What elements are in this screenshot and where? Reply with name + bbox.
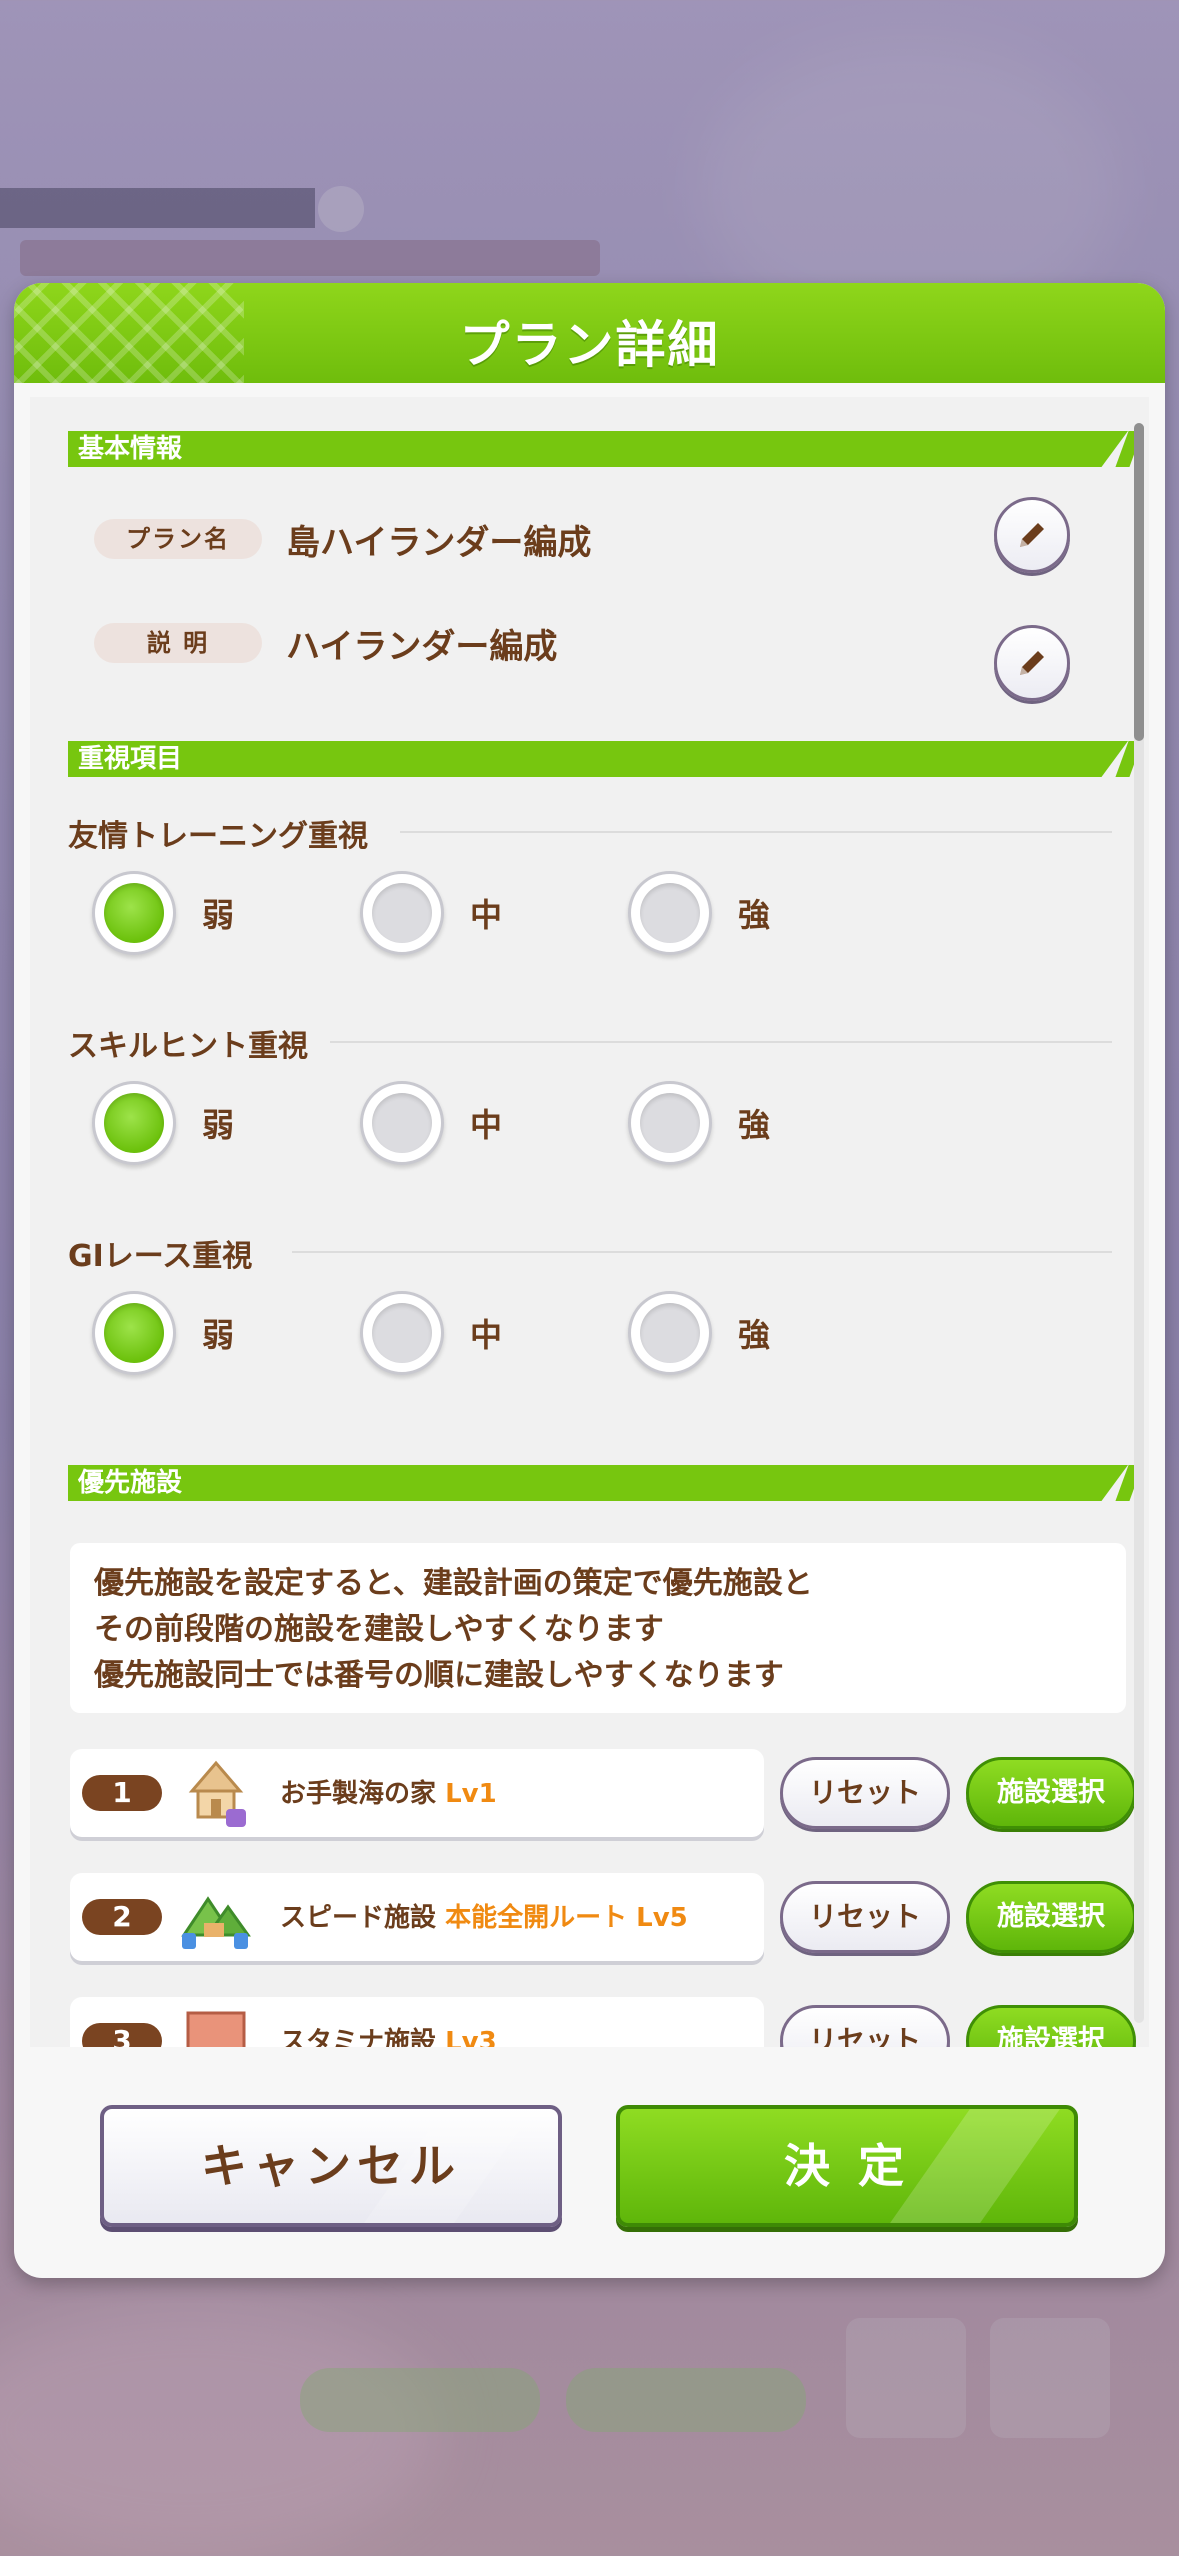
speed-facility-icon (181, 1896, 251, 1949)
facility-name: スタミナ施設 (280, 2027, 437, 2047)
friendship-strong-option[interactable]: 強 (628, 871, 770, 955)
plan-detail-scroll-area[interactable]: 基本情報 プラン名 島ハイランダー編成 説 明 ハイランダー編成 重視項目 友情… (30, 397, 1149, 2047)
facility-number: 1 (82, 1775, 162, 1811)
facility-row-2: 2 スピード施設 本能全開ルート Lv5 (70, 1873, 764, 1961)
facility-1-reset-button[interactable]: リセット (780, 1757, 950, 1829)
radio-button[interactable] (92, 871, 176, 955)
skill-hint-weak-option[interactable]: 弱 (92, 1081, 234, 1165)
friendship-training-heading: 友情トレーニング重視 (68, 819, 368, 854)
section-label-priority-facilities: 優先施設 (78, 1468, 183, 1498)
facility-2-reset-button[interactable]: リセット (780, 1881, 950, 1953)
cancel-button[interactable]: キャンセル (100, 2105, 562, 2227)
radio-button[interactable] (628, 1081, 712, 1165)
facility-3-reset-button[interactable]: リセット (780, 2005, 950, 2047)
dialog-header: プラン詳細 (14, 283, 1165, 383)
info-line: その前段階の施設を建設しやすくなります (94, 1612, 664, 1647)
scrollbar-thumb[interactable] (1134, 423, 1144, 741)
facility-name: お手製海の家 (280, 1779, 437, 1809)
facility-number: 3 (82, 2023, 162, 2047)
divider (330, 1041, 1112, 1043)
edit-description-button[interactable] (994, 625, 1070, 701)
confirm-button[interactable]: 決 定 (616, 2105, 1078, 2227)
section-bar-basic-info (68, 431, 1128, 467)
radio-button[interactable] (92, 1291, 176, 1375)
description-label: 説 明 (94, 623, 262, 663)
g1-race-weak-option[interactable]: 弱 (92, 1291, 234, 1375)
plan-name-value: 島ハイランダー編成 (286, 523, 592, 563)
facility-detail: 本能全開ルート Lv5 (445, 1903, 688, 1933)
facility-detail: Lv1 (445, 1779, 497, 1809)
facility-2-select-button[interactable]: 施設選択 (966, 1881, 1136, 1953)
pencil-icon (1020, 651, 1044, 675)
radio-button[interactable] (360, 871, 444, 955)
g1-race-strong-option[interactable]: 強 (628, 1291, 770, 1375)
facility-row-3: 3 スタミナ施設 Lv3 (70, 1997, 764, 2047)
section-bar-priority-facilities (68, 1465, 1128, 1501)
description-value: ハイランダー編成 (286, 627, 558, 667)
plan-detail-dialog: プラン詳細 基本情報 プラン名 島ハイランダー編成 説 明 ハイランダー編成 重… (14, 283, 1165, 2278)
pencil-icon (1020, 523, 1044, 547)
facility-text: スピード施設 本能全開ルート Lv5 (280, 1897, 688, 1934)
edit-plan-name-button[interactable] (994, 497, 1070, 573)
facility-number: 2 (82, 1899, 162, 1935)
radio-button[interactable] (360, 1081, 444, 1165)
facility-text: スタミナ施設 Lv3 (280, 2021, 497, 2047)
facility-3-select-button[interactable]: 施設選択 (966, 2005, 1136, 2047)
radio-button[interactable] (628, 871, 712, 955)
g1-race-medium-option[interactable]: 中 (360, 1291, 502, 1375)
info-line: 優先施設同士では番号の順に建設しやすくなります (94, 1658, 784, 1693)
divider (292, 1251, 1112, 1253)
plan-name-label: プラン名 (94, 519, 262, 559)
priority-facility-info-box: 優先施設を設定すると、建設計画の策定で優先施設と その前段階の施設を建設しやすく… (70, 1543, 1126, 1713)
section-label-basic-info: 基本情報 (78, 434, 183, 464)
section-label-priority-items: 重視項目 (78, 744, 183, 774)
friendship-weak-option[interactable]: 弱 (92, 871, 234, 955)
radio-button[interactable] (92, 1081, 176, 1165)
facility-text: お手製海の家 Lv1 (280, 1773, 497, 1810)
g1-race-heading: GⅠレース重視 (68, 1239, 253, 1274)
facility-1-select-button[interactable]: 施設選択 (966, 1757, 1136, 1829)
beach-house-icon (188, 1760, 246, 1827)
info-line: 優先施設を設定すると、建設計画の策定で優先施設と (94, 1566, 813, 1601)
facility-name: スピード施設 (280, 1903, 437, 1933)
radio-button[interactable] (360, 1291, 444, 1375)
radio-button[interactable] (628, 1291, 712, 1375)
skill-hint-heading: スキルヒント重視 (68, 1029, 308, 1064)
skill-hint-medium-option[interactable]: 中 (360, 1081, 502, 1165)
section-bar-priority-items (68, 741, 1128, 777)
facility-row-1: 1 お手製海の家 Lv1 (70, 1749, 764, 1837)
friendship-medium-option[interactable]: 中 (360, 871, 502, 955)
divider (400, 831, 1112, 833)
facility-detail: Lv3 (445, 2027, 497, 2047)
dialog-title: プラン詳細 (459, 316, 720, 374)
skill-hint-strong-option[interactable]: 強 (628, 1081, 770, 1165)
stamina-facility-icon (186, 2011, 246, 2047)
